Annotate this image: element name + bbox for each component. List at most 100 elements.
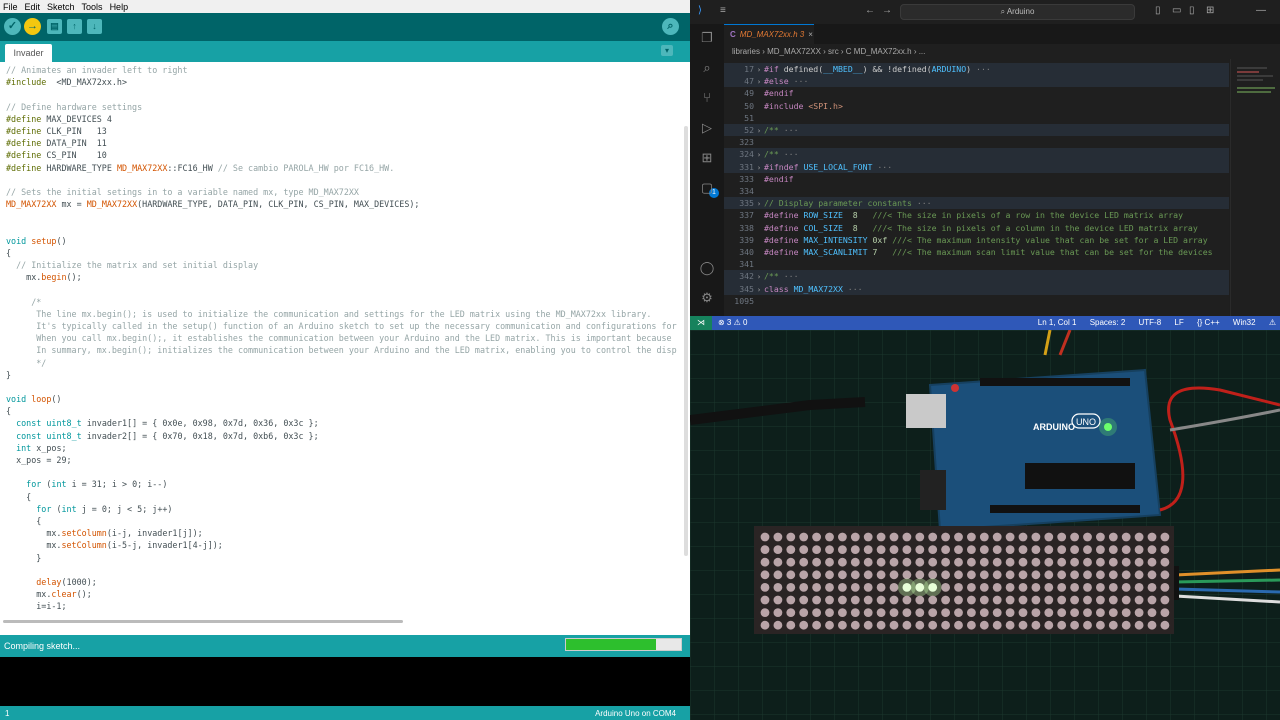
led-off	[889, 545, 899, 554]
led-off	[1160, 532, 1170, 542]
end-of-line[interactable]: LF	[1174, 318, 1183, 327]
notifications-bell-icon[interactable]: ⚠	[1269, 318, 1276, 327]
toggle-panel-icon[interactable]: ▭	[1172, 5, 1181, 16]
settings-gear-icon[interactable]: ⚙	[699, 290, 715, 306]
led-off	[928, 595, 938, 605]
run-debug-icon[interactable]: ▷	[699, 120, 715, 136]
led-off	[979, 532, 989, 542]
minimap[interactable]	[1230, 59, 1280, 316]
led-off	[799, 583, 809, 592]
led-off	[902, 595, 912, 605]
new-sketch-button[interactable]: ▤	[47, 19, 62, 34]
vscode-editor[interactable]: 17 › #if defined(__MBED__) && !defined(ARD…	[724, 59, 1229, 316]
editor-line: 345 › class MD_MAX72XX ···	[724, 282, 1229, 295]
code-token: setup	[31, 235, 57, 246]
led-off	[876, 570, 886, 580]
editor-line: 338 #define COL_SIZE 8 ///< The size in p…	[724, 222, 1229, 234]
editor-horizontal-scrollbar[interactable]	[3, 620, 403, 623]
editor-vertical-scrollbar[interactable]	[684, 126, 688, 556]
code-token: /*	[6, 296, 42, 307]
code-token: {	[6, 406, 12, 417]
led-off	[876, 545, 886, 554]
led-off	[1031, 583, 1041, 592]
code-line: #define DATA_PIN 11	[6, 137, 677, 149]
c-file-icon: C	[730, 30, 736, 39]
led-off	[812, 570, 821, 580]
extensions-icon[interactable]: ⊞	[699, 150, 715, 166]
led-off	[915, 608, 925, 617]
cursor-position[interactable]: Ln 1, Col 1	[1038, 318, 1077, 327]
breadcrumb[interactable]: libraries › MD_MAX72XX › src › C MD_MAX7…	[724, 44, 1280, 59]
led-off	[876, 620, 886, 630]
led-off	[1057, 557, 1067, 567]
led-off	[1096, 620, 1105, 630]
command-center-search[interactable]: ⌕ Arduino	[900, 4, 1135, 20]
tab-md-max72xx-h[interactable]: C MD_MAX72xx.h 3 ×	[724, 24, 814, 44]
menu-help[interactable]: Help	[110, 2, 129, 12]
led-off	[1083, 570, 1092, 580]
led-off	[992, 532, 1002, 542]
tab-close-icon[interactable]: ×	[808, 30, 813, 39]
led-off	[850, 545, 860, 554]
led-off	[760, 620, 770, 630]
code-line: It's typically called in the setup() fun…	[6, 320, 676, 332]
menu-tools[interactable]: Tools	[82, 2, 103, 12]
save-sketch-button[interactable]: ↓	[87, 19, 102, 34]
led-off	[954, 570, 963, 580]
back-arrow-icon[interactable]: ←	[865, 5, 875, 16]
led-off	[1018, 620, 1028, 630]
indentation[interactable]: Spaces: 2	[1090, 318, 1126, 327]
upload-button[interactable]: →	[24, 18, 41, 35]
hamburger-menu-icon[interactable]: ≡	[720, 5, 726, 16]
led-off	[954, 557, 963, 567]
led-off	[838, 608, 847, 617]
remote-indicator-icon[interactable]: ⋊	[690, 316, 712, 330]
tab-menu-chevron-down-icon[interactable]: ▾	[661, 45, 673, 56]
code-token: (	[51, 503, 62, 514]
led-off	[1147, 557, 1157, 567]
language-mode[interactable]: {} C++	[1197, 318, 1220, 327]
led-off	[979, 583, 989, 592]
layout-icon[interactable]: ⊞	[1206, 5, 1214, 16]
line-code: #endif	[764, 174, 794, 184]
led-off	[954, 620, 963, 630]
led-off	[1044, 608, 1054, 617]
led-off	[1044, 620, 1054, 630]
led-off	[838, 620, 847, 630]
led-off	[760, 583, 770, 592]
menu-sketch[interactable]: Sketch	[47, 2, 75, 12]
explorer-icon[interactable]: ❐	[699, 30, 715, 46]
code-token: i=i-1;	[6, 601, 67, 612]
forward-arrow-icon[interactable]: →	[882, 5, 892, 16]
open-sketch-button[interactable]: ↑	[67, 19, 82, 34]
menu-file[interactable]: File	[3, 2, 18, 12]
led-off	[1031, 620, 1041, 630]
verify-button[interactable]: ✓	[4, 18, 21, 35]
source-control-icon[interactable]: ⑂	[699, 90, 715, 106]
minimap-line	[1237, 71, 1259, 73]
led-off	[1108, 608, 1118, 617]
output-console[interactable]	[0, 657, 690, 706]
toggle-secondary-sidebar-icon[interactable]: ▯	[1189, 5, 1195, 16]
minimize-icon[interactable]: —	[1256, 5, 1266, 16]
code-token: ///< The maximum scan limit value that c…	[877, 247, 1213, 257]
code-editor[interactable]: // Animates an invader left to right #inc…	[0, 62, 690, 622]
encoding[interactable]: UTF-8	[1139, 318, 1162, 327]
line-number: 345	[739, 283, 754, 294]
serial-monitor-button[interactable]: ⌕	[662, 18, 679, 35]
menu-edit[interactable]: Edit	[25, 2, 41, 12]
platform[interactable]: Win32	[1233, 318, 1256, 327]
tab-invader[interactable]: Invader	[5, 44, 52, 62]
led-off	[1018, 608, 1028, 617]
led-off	[1134, 532, 1144, 542]
line-number: 340	[739, 247, 754, 257]
remote-explorer-icon[interactable]: ▢	[699, 180, 715, 196]
search-icon[interactable]: ⌕	[699, 60, 715, 76]
account-icon[interactable]: ◯	[699, 260, 715, 276]
problems-counter[interactable]: ⊗ 3 ⚠ 0	[718, 316, 747, 330]
code-token: ()	[56, 235, 67, 246]
led-off	[1018, 583, 1028, 592]
code-line: }	[6, 369, 677, 381]
toggle-sidebar-icon[interactable]: ▯	[1155, 5, 1161, 16]
